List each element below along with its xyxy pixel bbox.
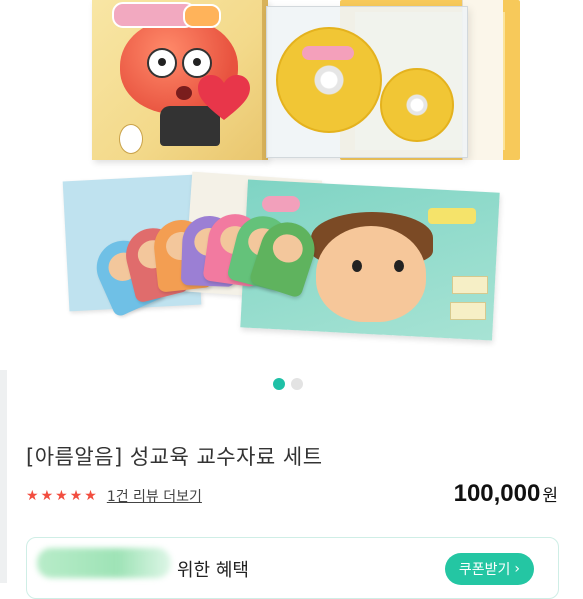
poster-label-box-2 (450, 302, 486, 320)
price-unit: 원 (542, 486, 558, 506)
coupon-button[interactable]: 쿠폰받기 › (444, 553, 534, 585)
poster-logo (262, 196, 300, 212)
card-face (269, 230, 307, 267)
poster-tag (428, 208, 476, 224)
heart-icon (198, 75, 250, 120)
price-value: 100,000 (453, 480, 541, 507)
box-logo-badge (183, 4, 221, 28)
product-price: 100,000 원 (454, 480, 558, 508)
poster-eye-right (394, 260, 404, 272)
review-more-link[interactable]: 1건 리뷰 더보기 (107, 486, 202, 506)
benefit-banner[interactable]: 위한 혜택 쿠폰받기 › (26, 537, 559, 599)
product-title: [아름알음] 성교육 교수자료 세트 (26, 445, 323, 469)
benefit-highlight-blur (37, 548, 171, 578)
cd-disc-1 (276, 27, 382, 133)
carousel-dot-2[interactable] (291, 378, 303, 390)
star-icon: ★ (69, 488, 83, 504)
character-mouth (176, 86, 192, 100)
cd-disc-2 (380, 68, 454, 142)
character-eye-left (147, 48, 177, 78)
carousel-dot-1[interactable] (273, 378, 285, 390)
chevron-right-icon: › (514, 561, 520, 577)
star-icon: ★ (84, 488, 97, 504)
product-image[interactable] (0, 0, 583, 370)
rating-row: ★ ★ ★ ★ ★ 1건 리뷰 더보기 (26, 485, 202, 507)
dvd-case-spine (462, 0, 503, 160)
carousel-pagination (273, 378, 303, 392)
poster-label-box-1 (452, 276, 488, 294)
benefit-text: 위한 혜택 (177, 560, 249, 581)
poster-eye-left (352, 260, 362, 272)
coupon-button-label: 쿠폰받기 (458, 562, 511, 578)
set-badge (119, 124, 143, 154)
star-icon: ★ (55, 488, 68, 504)
poster-face (316, 226, 426, 322)
star-icon: ★ (26, 488, 39, 504)
star-icon: ★ (40, 488, 54, 504)
cd-label (302, 46, 354, 60)
